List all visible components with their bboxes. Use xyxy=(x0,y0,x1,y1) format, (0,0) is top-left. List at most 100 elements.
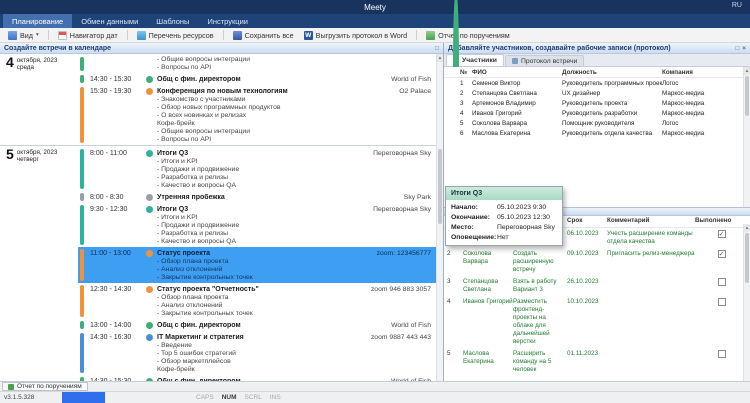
menu-tab[interactable]: Планирование xyxy=(3,14,72,28)
participants-scrollbar[interactable]: ▲ xyxy=(743,67,750,207)
save-all-icon xyxy=(233,31,242,40)
column-header: Должность xyxy=(562,69,662,76)
scrollbar-thumb[interactable] xyxy=(745,233,749,283)
event-color-strip xyxy=(80,249,84,281)
toolbar-button[interactable]: Перечень ресурсов xyxy=(133,30,218,41)
toolbar-button[interactable]: Сохранить все xyxy=(229,30,298,41)
tab-participants[interactable]: Участники xyxy=(446,54,504,66)
menu-tab[interactable]: Инструкции xyxy=(198,14,257,28)
task-row[interactable]: 2Соколова ВарвараСоздать расширенную вст… xyxy=(444,248,750,276)
calendar-event[interactable]: 14:30 - 16:30IT Маркетинг и стратегияzoo… xyxy=(78,331,437,375)
event-agenda-item: - Обзор новых программных продуктов xyxy=(157,104,431,112)
participant-name: Иванов Григорий xyxy=(472,110,562,117)
toolbar-button-label: Перечень ресурсов xyxy=(149,31,214,40)
event-agenda: - Обзор плана проекта- Анализ отклонений… xyxy=(157,294,431,318)
day-label: 5октября, 2023четверг xyxy=(0,146,78,381)
event-body: 15:30 - 19:30Конференция по новым технол… xyxy=(90,86,431,144)
done-checkbox[interactable] xyxy=(718,278,726,286)
task-assignee: Степанцова Светлана xyxy=(463,278,513,294)
calendar-event[interactable]: 12:30 - 14:30Статус проекта "Отчетность"… xyxy=(78,283,437,319)
event-tooltip: Итоги Q3 Начало:05.10.2023 9:30Окончание… xyxy=(445,186,563,246)
event-time: 11:00 - 13:00 xyxy=(90,250,146,257)
event-color-strip xyxy=(80,57,84,71)
toolbar-button-label: Навигатор дат xyxy=(70,31,118,40)
participant-row[interactable]: 5Соколова ВарвараПомощник руководителяЛо… xyxy=(444,118,750,128)
event-time: 14:30 - 16:30 xyxy=(90,334,146,341)
pin-icon[interactable]: □ xyxy=(735,44,739,53)
event-header-line: 9:30 - 12:30Итоги Q3Переговорная Sky xyxy=(90,204,431,214)
event-header-line: 13:00 - 14:00Общ с фин. директоромWorld … xyxy=(90,320,431,330)
task-comment xyxy=(607,278,695,294)
event-agenda-item: - Вопросы по API xyxy=(157,136,431,144)
calendar-event[interactable]: 15:30 - 19:30Конференция по новым технол… xyxy=(78,85,437,145)
titlebar: Meety RU xyxy=(0,0,750,14)
participant-company: Маркос-медиа xyxy=(662,90,742,97)
language-badge[interactable]: RU xyxy=(732,2,742,9)
event-body: 14:30 - 15:30Общ с фин. директоромWorld … xyxy=(90,376,431,381)
event-agenda-item: - Общие вопросы интеграции xyxy=(157,56,431,64)
task-row[interactable]: 5Маслова ЕкатеринаРасширить команду на 5… xyxy=(444,348,750,376)
toolbar-button-label: Отчет по поручениям xyxy=(438,31,510,40)
toolbar-button[interactable]: Выгрузить протокол в Word xyxy=(300,30,412,41)
participant-position: Руководитель разработки xyxy=(562,110,662,117)
event-time: 14:30 - 15:30 xyxy=(90,76,146,83)
scroll-up-icon[interactable]: ▲ xyxy=(744,67,750,75)
calendar-event[interactable]: - Общие вопросы интеграции- Вопросы по A… xyxy=(78,55,437,73)
event-body: 13:00 - 14:00Общ с фин. директоромWorld … xyxy=(90,320,431,330)
participants-header-row: №ФИОДолжностьКомпания xyxy=(444,67,750,78)
task-row[interactable]: 4Иванов ГригорийРазместить фронтенд-прое… xyxy=(444,296,750,348)
participant-row[interactable]: 3Артемонов ВладимирРуководитель проектаМ… xyxy=(444,98,750,108)
menu-tab[interactable]: Шаблоны xyxy=(147,14,198,28)
close-icon[interactable]: × xyxy=(742,44,746,53)
done-checkbox[interactable] xyxy=(718,350,726,358)
toolbar-button[interactable]: Навигатор дат xyxy=(54,30,122,41)
participant-row[interactable]: 4Иванов ГригорийРуководитель разработкиМ… xyxy=(444,108,750,118)
calendar-event[interactable]: 9:30 - 12:30Итоги Q3Переговорная Sky- Ит… xyxy=(78,203,437,247)
calendar-event[interactable]: 8:00 - 11:00Итоги Q3Переговорная Sky- Ит… xyxy=(78,147,437,191)
event-body: - Общие вопросы интеграции- Вопросы по A… xyxy=(90,56,431,72)
task-done-cell xyxy=(695,278,748,294)
tab-protocol[interactable]: Протокол встречи xyxy=(505,55,584,66)
calendar-scrollbar[interactable]: ▲ xyxy=(436,54,443,381)
event-icon xyxy=(146,286,153,293)
event-location: Sky Park xyxy=(404,194,431,201)
scrollbar-thumb[interactable] xyxy=(438,149,442,224)
done-checkbox[interactable] xyxy=(718,298,726,306)
event-location: zoom: 123456777 xyxy=(377,250,431,257)
toolbar-button[interactable]: Вид▾ xyxy=(4,30,43,41)
event-agenda-item: - О всех новинках и релизах xyxy=(157,112,431,120)
event-title: Общ с фин. директором xyxy=(157,378,385,382)
dock-tab-tasks-report[interactable]: Отчет по поручениям xyxy=(2,382,88,391)
pin-icon[interactable]: □ xyxy=(435,44,439,53)
done-checkbox[interactable] xyxy=(718,230,726,238)
calendar-event[interactable]: 13:00 - 14:00Общ с фин. директоромWorld … xyxy=(78,319,437,331)
event-agenda-item: - Общие вопросы интеграции xyxy=(157,128,431,136)
event-agenda-item: - Итоги и KPI xyxy=(157,158,431,166)
calendar-event[interactable]: 14:30 - 15:30Общ с фин. директоромWorld … xyxy=(78,73,437,85)
event-body: 9:30 - 12:30Итоги Q3Переговорная Sky- Ит… xyxy=(90,204,431,246)
participant-row[interactable]: 6Маслова ЕкатеринаРуководитель отдела ка… xyxy=(444,128,750,138)
event-time: 15:30 - 19:30 xyxy=(90,88,146,95)
day-sublabel: октября, 2023четверг xyxy=(17,148,58,163)
task-done-cell xyxy=(695,230,748,246)
participant-row[interactable]: 1Семенов ВикторРуководитель программных … xyxy=(444,78,750,88)
event-color-strip xyxy=(80,321,84,329)
participant-number: 3 xyxy=(460,100,472,107)
scroll-up-icon[interactable]: ▲ xyxy=(437,54,443,62)
tasks-scrollbar[interactable]: ▲ xyxy=(743,224,750,381)
menu-tab[interactable]: Обмен данными xyxy=(72,14,147,28)
calendar-event[interactable]: 8:00 - 8:30Утренняя пробежкаSky Park xyxy=(78,191,437,203)
task-row[interactable]: 3Степанцова СветланаВзять в работу Вариа… xyxy=(444,276,750,296)
event-header-line: 15:30 - 19:30Конференция по новым технол… xyxy=(90,86,431,96)
event-header-line: 8:00 - 11:00Итоги Q3Переговорная Sky xyxy=(90,148,431,158)
scrollbar-thumb[interactable] xyxy=(745,76,749,116)
column-header: № xyxy=(460,69,472,76)
toolbar-button[interactable]: Отчет по поручениям xyxy=(422,30,514,41)
scroll-up-icon[interactable]: ▲ xyxy=(744,224,750,232)
calendar-event[interactable]: 11:00 - 13:00Статус проектаzoom: 1234567… xyxy=(78,247,437,283)
indicator-scrl: SCRL xyxy=(245,394,262,401)
participant-number: 2 xyxy=(460,90,472,97)
done-checkbox[interactable] xyxy=(718,250,726,258)
participant-row[interactable]: 2Степанцова СветланаUX дизайнерМаркос-ме… xyxy=(444,88,750,98)
calendar-event[interactable]: 14:30 - 15:30Общ с фин. директоромWorld … xyxy=(78,375,437,381)
